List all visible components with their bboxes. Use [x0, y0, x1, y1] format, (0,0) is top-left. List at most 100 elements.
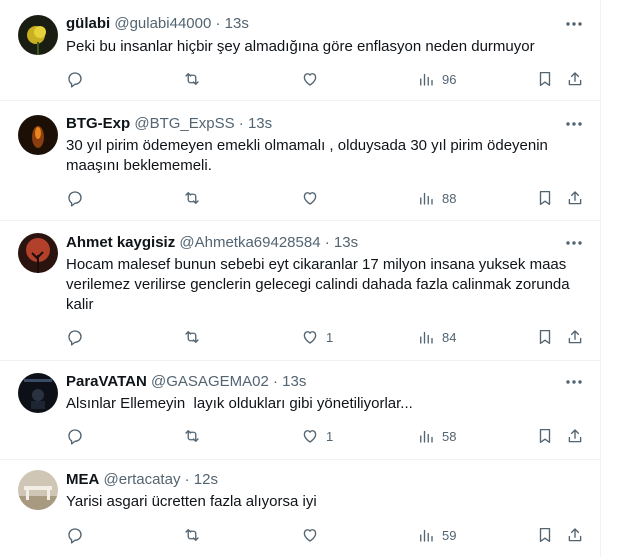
like-icon — [303, 192, 317, 205]
bookmark-button[interactable] — [536, 327, 554, 347]
author-name[interactable]: Ahmet kaygisiz — [66, 234, 175, 251]
bookmark-icon — [539, 71, 551, 87]
retweet-icon — [185, 331, 199, 343]
reply-button[interactable] — [66, 327, 91, 347]
view-count: 59 — [442, 527, 457, 543]
view-count: 58 — [442, 428, 457, 444]
tweet[interactable]: gülabi @gulabi44000 · 13s Peki bu insanl… — [0, 0, 600, 101]
bookmark-icon — [539, 329, 551, 345]
tweet[interactable]: MEA @ertacatay · 12s Yarisi asgari ücret… — [0, 459, 600, 557]
share-button[interactable] — [566, 525, 584, 545]
reply-button[interactable] — [66, 188, 91, 208]
timeline-feed: gülabi @gulabi44000 · 13s Peki bu insanl… — [0, 0, 601, 557]
retweet-button[interactable] — [183, 188, 201, 208]
bookmark-button[interactable] — [536, 188, 554, 208]
views-button[interactable]: 84 — [417, 327, 456, 347]
like-button[interactable] — [301, 188, 326, 208]
share-button[interactable] — [566, 426, 584, 446]
bookmark-icon — [539, 190, 551, 206]
tweet[interactable]: ParaVATAN @GASAGEMA02 · 13s Alsınlar Ell… — [0, 360, 600, 460]
reply-icon — [68, 429, 82, 445]
more-horizontal-icon — [566, 22, 582, 26]
like-count: 1 — [326, 428, 334, 444]
like-button[interactable] — [301, 525, 326, 545]
view-count: 96 — [442, 71, 457, 87]
reply-icon — [68, 191, 82, 207]
avatar[interactable] — [18, 115, 58, 155]
views-icon — [420, 430, 433, 443]
views-button[interactable]: 59 — [417, 525, 456, 545]
bookmark-button[interactable] — [536, 426, 554, 446]
tweet[interactable]: BTG-Exp @BTG_ExpSS · 13s 30 yıl pirim öd… — [0, 100, 600, 221]
more-horizontal-icon — [566, 380, 582, 384]
retweet-button[interactable] — [183, 69, 201, 89]
tweet-timestamp[interactable]: 13s — [225, 15, 249, 32]
more-options-button[interactable] — [562, 372, 586, 392]
tweet-text: Alsınlar Ellemeyin layık oldukları gibi … — [66, 395, 413, 412]
avatar[interactable] — [18, 373, 58, 413]
views-button[interactable]: 96 — [417, 69, 456, 89]
tweet-text: Peki bu insanlar hiçbir şey almadığına g… — [66, 38, 535, 55]
share-icon — [568, 528, 582, 542]
like-icon — [303, 529, 317, 542]
separator-dot: · — [184, 471, 190, 488]
more-horizontal-icon — [566, 122, 582, 126]
retweet-button[interactable] — [183, 426, 201, 446]
author-name[interactable]: MEA — [66, 471, 99, 488]
like-button[interactable]: 1 — [301, 327, 333, 347]
avatar[interactable] — [18, 470, 58, 510]
author-handle[interactable]: @BTG_ExpSS — [134, 115, 234, 132]
tweet-timestamp[interactable]: 13s — [282, 373, 306, 390]
share-icon — [568, 191, 582, 205]
reply-button[interactable] — [66, 426, 91, 446]
author-handle[interactable]: @Ahmetka69428584 — [179, 234, 320, 251]
tweet-text: Hocam malesef bunun sebebi eyt cikaranla… — [66, 256, 570, 313]
tweet-text: Yarisi asgari ücretten fazla alıyorsa iy… — [66, 493, 317, 510]
author-name[interactable]: BTG-Exp — [66, 115, 130, 132]
view-count: 84 — [442, 329, 457, 345]
bookmark-button[interactable] — [536, 525, 554, 545]
separator-dot: · — [215, 15, 221, 32]
tweet-timestamp[interactable]: 13s — [334, 234, 358, 251]
share-button[interactable] — [566, 188, 584, 208]
retweet-button[interactable] — [183, 327, 201, 347]
tweet-text: 30 yıl pirim ödemeyen emekli olmamalı , … — [66, 137, 548, 174]
author-name[interactable]: gülabi — [66, 15, 110, 32]
reply-button[interactable] — [66, 525, 91, 545]
bookmark-button[interactable] — [536, 69, 554, 89]
like-icon — [303, 73, 317, 86]
views-icon — [420, 192, 433, 205]
more-options-button[interactable] — [562, 233, 586, 253]
reply-icon — [68, 330, 82, 346]
tweet-timestamp[interactable]: 13s — [248, 115, 272, 132]
share-icon — [568, 429, 582, 443]
more-options-button[interactable] — [562, 114, 586, 134]
like-icon — [303, 430, 317, 443]
views-icon — [420, 73, 433, 86]
reply-button[interactable] — [66, 69, 91, 89]
views-button[interactable]: 58 — [417, 426, 456, 446]
tweet[interactable]: Ahmet kaygisiz @Ahmetka69428584 · 13s Ho… — [0, 220, 600, 361]
like-count: 1 — [326, 329, 334, 345]
author-handle[interactable]: @GASAGEMA02 — [151, 373, 269, 390]
retweet-icon — [185, 192, 199, 204]
author-name[interactable]: ParaVATAN — [66, 373, 147, 390]
more-options-button[interactable] — [562, 14, 586, 34]
views-icon — [420, 331, 433, 344]
reply-icon — [68, 72, 82, 88]
share-icon — [568, 72, 582, 86]
like-button[interactable]: 1 — [301, 426, 333, 446]
tweet-timestamp[interactable]: 12s — [194, 471, 218, 488]
like-button[interactable] — [301, 69, 326, 89]
views-icon — [420, 529, 433, 542]
retweet-icon — [185, 529, 199, 541]
bookmark-icon — [539, 428, 551, 444]
author-handle[interactable]: @gulabi44000 — [114, 15, 211, 32]
share-button[interactable] — [566, 69, 584, 89]
author-handle[interactable]: @ertacatay — [104, 471, 181, 488]
retweet-button[interactable] — [183, 525, 201, 545]
share-button[interactable] — [566, 327, 584, 347]
views-button[interactable]: 88 — [417, 188, 456, 208]
avatar[interactable] — [18, 233, 58, 273]
avatar[interactable] — [18, 15, 58, 55]
